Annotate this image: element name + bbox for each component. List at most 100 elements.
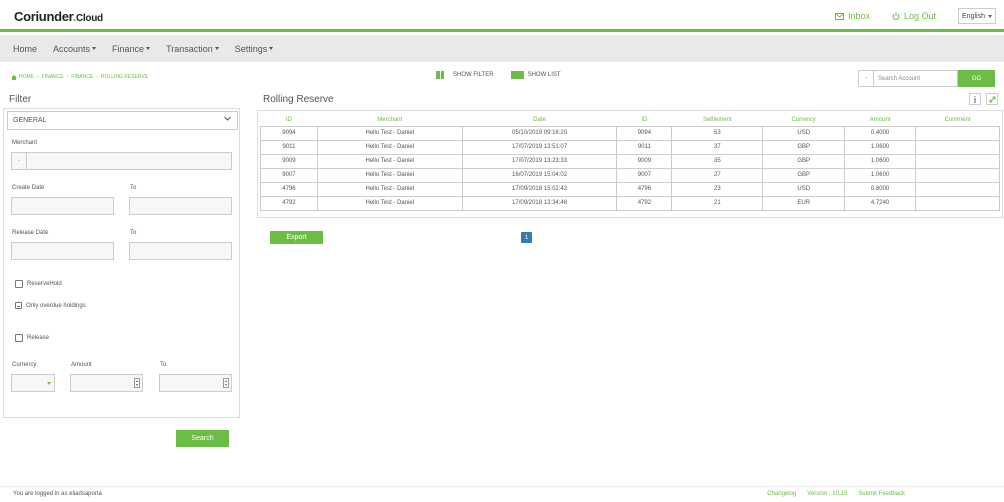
cell-merchant: Hello Test - Daniel xyxy=(316,139,463,155)
results-table-panel: ID Merchant Date ID Settlement Currency … xyxy=(257,110,1003,218)
cell-id: 9007 xyxy=(260,167,318,183)
changelog-link[interactable]: Changelog xyxy=(767,491,796,497)
cell-id: 9011 xyxy=(260,139,318,155)
cell-amount: 1.0600 xyxy=(844,167,917,183)
nav-item-finance[interactable]: Finance xyxy=(112,44,151,54)
filter-title: Filter xyxy=(9,94,32,105)
cell-settlement: 27 xyxy=(671,167,764,183)
release-date-from-input[interactable] xyxy=(11,242,114,260)
cell-settlement: 53 xyxy=(671,125,764,141)
cell-settlement: 37 xyxy=(671,139,764,155)
show-filter-toggle[interactable]: SHOW FILTER xyxy=(436,71,494,79)
caret-down-icon xyxy=(146,47,151,50)
cell-id: 4796 xyxy=(260,181,318,197)
col-header-comment[interactable]: Comment xyxy=(916,115,1000,126)
go-button[interactable]: GO xyxy=(958,70,995,87)
amount-to-input[interactable] xyxy=(159,374,232,392)
checkbox-box[interactable] xyxy=(15,302,22,309)
checkbox-box[interactable] xyxy=(15,334,23,342)
checkbox-box[interactable] xyxy=(15,280,23,288)
info-button[interactable] xyxy=(969,93,981,105)
account-search: - Search Account GO xyxy=(858,70,995,87)
page-title: Rolling Reserve xyxy=(263,94,334,105)
cell-id-2: 9007 xyxy=(616,167,673,183)
col-header-settlement[interactable]: Settlement xyxy=(672,115,763,126)
language-select[interactable]: English xyxy=(958,8,996,24)
release-checkbox[interactable]: Release xyxy=(15,334,49,342)
reserve-hold-label: ReserveHold xyxy=(27,281,62,287)
release-date-to-input[interactable] xyxy=(129,242,232,260)
cell-currency: EUR xyxy=(762,195,846,211)
logout-link[interactable]: Log Out xyxy=(892,11,936,21)
language-value: English xyxy=(962,12,985,20)
col-header-id-2[interactable]: ID xyxy=(617,115,672,126)
search-account-input[interactable]: Search Account xyxy=(874,70,958,87)
col-header-date[interactable]: Date xyxy=(462,115,617,126)
amount-from-input[interactable] xyxy=(70,374,143,392)
cell-date: 17/09/2018 13:34:48 xyxy=(461,195,618,211)
cell-merchant: Hello Test - Daniel xyxy=(316,153,463,169)
merchant-input[interactable] xyxy=(26,152,232,170)
pagination-page-1[interactable]: 1 xyxy=(521,232,532,243)
submit-feedback-link[interactable]: Submit Feedback xyxy=(858,491,905,497)
show-filter-label: SHOW FILTER xyxy=(453,72,494,78)
currency-select[interactable] xyxy=(11,374,55,392)
cell-merchant: Hello Test - Daniel xyxy=(316,167,463,183)
envelope-icon xyxy=(834,12,844,20)
only-overdue-checkbox[interactable]: Only overdue holdings xyxy=(15,302,86,309)
columns-icon xyxy=(436,71,444,79)
app-logo[interactable]: Coriunder.Cloud xyxy=(14,9,103,24)
version-text: Version : 10.15 xyxy=(807,491,848,497)
col-header-amount[interactable]: Amount xyxy=(845,115,916,126)
export-button[interactable]: Export xyxy=(270,231,323,244)
cell-id-2: 4792 xyxy=(616,195,673,211)
cell-id-2: 9009 xyxy=(616,153,673,169)
breadcrumb: HOME › FINANCE › FINANCE › ROLLING RESER… xyxy=(11,74,151,80)
chevron-down-icon xyxy=(224,116,231,121)
cell-id: 4792 xyxy=(260,195,318,211)
table-row[interactable]: 4796 Hello Test - Daniel 17/09/2018 15:02:… xyxy=(260,181,1000,197)
cell-id: 9094 xyxy=(260,125,318,141)
search-button[interactable]: Search xyxy=(176,430,229,447)
search-prefix-button[interactable]: - xyxy=(858,70,874,87)
cell-amount: 1.0600 xyxy=(844,153,917,169)
nav-item-home[interactable]: Home xyxy=(13,44,37,54)
nav-item-accounts[interactable]: Accounts xyxy=(53,44,97,54)
cell-id-2: 4796 xyxy=(616,181,673,197)
reserve-hold-checkbox[interactable]: ReserveHold xyxy=(15,280,62,288)
logged-in-text: You are logged in as eliadsaporta xyxy=(13,491,102,497)
cell-merchant: Hello Test - Daniel xyxy=(316,125,463,141)
col-header-merchant[interactable]: Merchant xyxy=(317,115,462,126)
breadcrumb-home[interactable]: HOME xyxy=(19,74,34,80)
create-date-to-input[interactable] xyxy=(129,197,232,215)
nav-item-transaction[interactable]: Transaction xyxy=(166,44,219,54)
table-row[interactable]: 9007 Hello Test - Daniel 16/07/2019 15:04:… xyxy=(260,167,1000,183)
breadcrumb-rolling-reserve[interactable]: ROLLING RESERVE xyxy=(101,74,148,80)
col-header-currency[interactable]: Currency xyxy=(763,115,845,126)
create-date-from-input[interactable] xyxy=(11,197,114,215)
cell-id-2: 9011 xyxy=(616,139,673,155)
table-row[interactable]: 9011 Hello Test - Daniel 17/07/2019 13:51:… xyxy=(260,139,1000,155)
nav-item-settings[interactable]: Settings xyxy=(235,44,274,54)
cell-id-2: 9094 xyxy=(616,125,673,141)
general-section-select[interactable]: GENERAL xyxy=(7,111,238,130)
breadcrumb-finance[interactable]: FINANCE xyxy=(42,74,64,80)
table-row[interactable]: 9009 Hello Test - Daniel 17/07/2019 13:23:… xyxy=(260,153,1000,169)
show-list-toggle[interactable]: SHOW LIST xyxy=(510,71,561,79)
table-row[interactable]: 4792 Hello Test - Daniel 17/09/2018 13:34:… xyxy=(260,195,1000,211)
col-header-id[interactable]: ID xyxy=(261,115,318,126)
spinner-icon[interactable] xyxy=(134,378,140,388)
create-date-label: Create Date xyxy=(12,185,45,191)
merchant-prefix-button[interactable]: - xyxy=(11,152,27,170)
table-row[interactable]: 9094 Hello Test - Daniel 05/10/2019 09:16:… xyxy=(260,125,1000,141)
inbox-label: Inbox xyxy=(847,11,870,21)
cell-comment xyxy=(915,125,1000,141)
show-list-label: SHOW LIST xyxy=(527,72,561,78)
top-bar: Coriunder.Cloud Inbox Log Out English xyxy=(0,0,1004,32)
spinner-icon[interactable] xyxy=(223,378,229,388)
breadcrumb-finance-2[interactable]: FINANCE xyxy=(71,74,93,80)
cell-currency: USD xyxy=(762,125,846,141)
expand-button[interactable] xyxy=(986,93,998,105)
inbox-link[interactable]: Inbox xyxy=(834,11,870,21)
merchant-label: Merchant xyxy=(12,140,38,146)
